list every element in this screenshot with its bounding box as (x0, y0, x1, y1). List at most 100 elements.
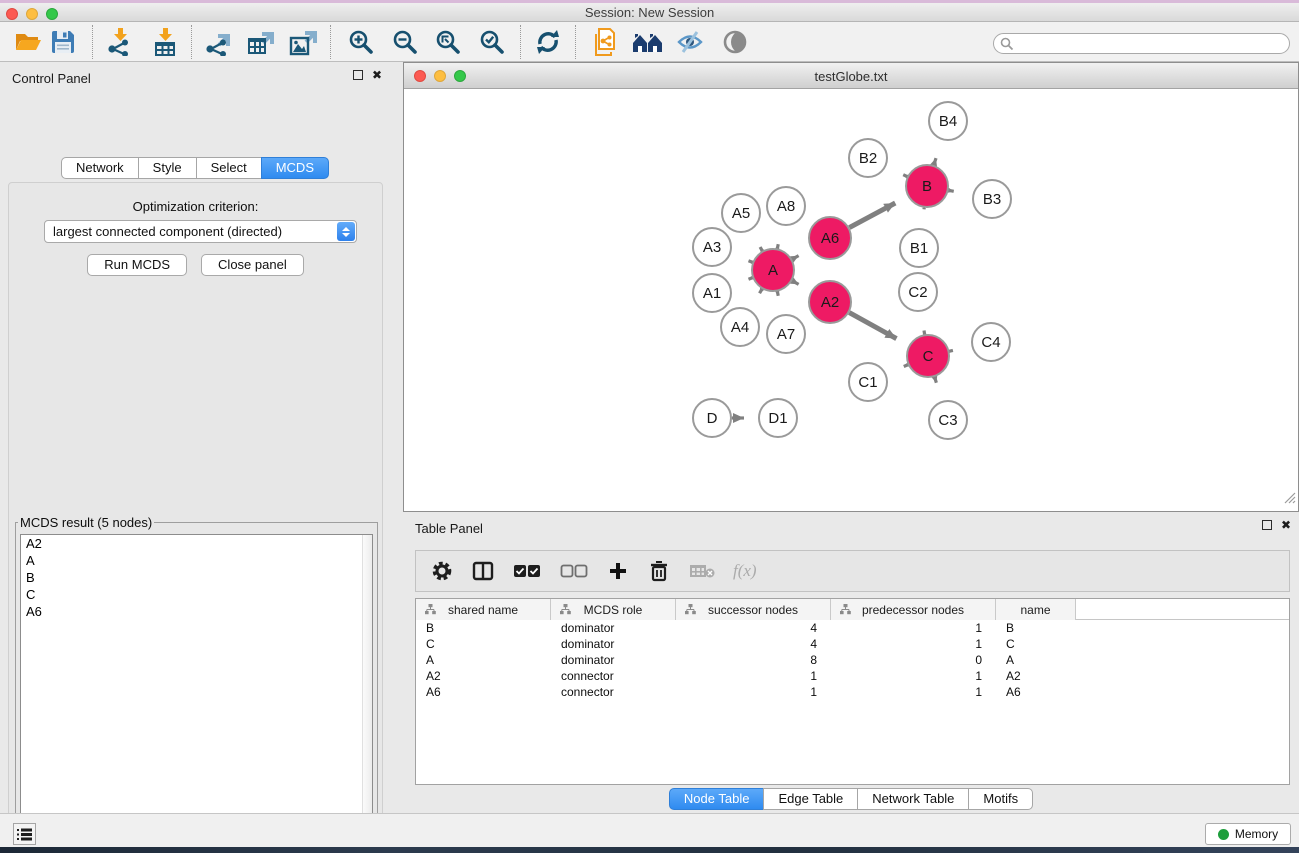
table-row[interactable]: Adominator80A (416, 652, 1289, 668)
column-header-name[interactable]: name (996, 599, 1076, 620)
table-cell[interactable]: connector (551, 685, 676, 699)
graph-node-A8[interactable]: A8 (767, 187, 805, 225)
memory-button[interactable]: Memory (1205, 823, 1291, 845)
import-network-icon[interactable] (106, 28, 134, 56)
close-table-panel-icon[interactable]: ✖ (1281, 520, 1291, 530)
column-header-successor-nodes[interactable]: successor nodes (676, 599, 831, 620)
select-all-icon[interactable] (512, 559, 542, 583)
float-panel-icon[interactable] (353, 70, 363, 80)
home-icon[interactable] (631, 28, 665, 56)
graph-edge-A2-C[interactable] (849, 313, 896, 339)
graph-node-B1[interactable]: B1 (900, 229, 938, 267)
graph-edge-A6-B[interactable] (849, 203, 895, 228)
graph-node-A1[interactable]: A1 (693, 274, 731, 312)
graph-node-D1[interactable]: D1 (759, 399, 797, 437)
tab-select[interactable]: Select (196, 157, 262, 179)
graph-node-C4[interactable]: C4 (972, 323, 1010, 361)
mcds-result-item[interactable]: A2 (21, 535, 372, 552)
mcds-result-item[interactable]: C (21, 586, 372, 603)
delete-table-icon[interactable] (688, 559, 716, 583)
table-cell[interactable]: A (416, 653, 551, 667)
graph-edge-A-A4[interactable] (760, 289, 762, 293)
graph-node-A2[interactable]: A2 (809, 281, 851, 323)
graph-edge-A-A7[interactable] (777, 292, 778, 296)
table-row[interactable]: Bdominator41B (416, 620, 1289, 636)
mcds-result-list[interactable]: A2ABCA6 (20, 534, 373, 851)
function-builder-icon[interactable]: f(x) (733, 561, 757, 581)
network-window-titlebar[interactable]: testGlobe.txt (404, 63, 1298, 89)
save-session-icon[interactable] (49, 28, 77, 56)
graph-edge-A-A8[interactable] (777, 244, 778, 248)
graph-node-A5[interactable]: A5 (722, 194, 760, 232)
graph-node-B2[interactable]: B2 (849, 139, 887, 177)
graph-edge-A-A6[interactable] (792, 256, 798, 260)
import-table-icon[interactable] (151, 28, 179, 56)
table-cell[interactable]: A2 (416, 669, 551, 683)
graph-node-A7[interactable]: A7 (767, 315, 805, 353)
table-cell[interactable]: A (996, 653, 1076, 667)
graph-node-A3[interactable]: A3 (693, 228, 731, 266)
table-cell[interactable]: 1 (676, 685, 831, 699)
graph-edge-A-A3[interactable] (748, 261, 752, 262)
graph-node-C2[interactable]: C2 (899, 273, 937, 311)
table-cell[interactable]: 1 (831, 685, 996, 699)
graph-node-A[interactable]: A (752, 249, 794, 291)
mcds-result-item[interactable]: B (21, 569, 372, 586)
graph-edge-B-B3[interactable] (949, 190, 954, 191)
tab-node-table[interactable]: Node Table (669, 788, 765, 810)
refresh-icon[interactable] (534, 28, 562, 56)
table-row[interactable]: A6connector11A6 (416, 684, 1289, 700)
graph-edge-C-C1[interactable] (904, 365, 908, 367)
task-history-button[interactable] (13, 823, 36, 845)
table-cell[interactable]: C (416, 637, 551, 651)
close-panel-button[interactable]: Close panel (201, 254, 304, 276)
add-column-icon[interactable] (606, 559, 630, 583)
search-input[interactable] (1014, 36, 1289, 52)
table-cell[interactable]: 1 (676, 669, 831, 683)
table-cell[interactable]: dominator (551, 653, 676, 667)
table-cell[interactable]: A2 (996, 669, 1076, 683)
table-row[interactable]: A2connector11A2 (416, 668, 1289, 684)
mcds-result-item[interactable]: A (21, 552, 372, 569)
table-row[interactable]: Cdominator41C (416, 636, 1289, 652)
graph-edge-A-A2[interactable] (792, 281, 798, 285)
tab-edge-table[interactable]: Edge Table (763, 788, 858, 810)
table-cell[interactable]: 1 (831, 637, 996, 651)
export-table-icon[interactable] (246, 28, 274, 56)
graph-edge-A-A1[interactable] (748, 278, 752, 279)
optimization-criterion-dropdown[interactable]: largest connected component (directed) (44, 220, 357, 243)
network-canvas[interactable]: AA1A2A3A4A5A6A7A8BB1B2B3B4CC1C2C3C4DD1 (404, 89, 1298, 511)
graph-node-C1[interactable]: C1 (849, 363, 887, 401)
zoom-fit-icon[interactable] (434, 28, 462, 56)
tab-mcds[interactable]: MCDS (261, 157, 329, 179)
graph-node-A4[interactable]: A4 (721, 308, 759, 346)
table-cell[interactable]: 4 (676, 637, 831, 651)
table-cell[interactable]: A6 (416, 685, 551, 699)
column-header-MCDS-role[interactable]: MCDS role (551, 599, 676, 620)
tab-network[interactable]: Network (61, 157, 139, 179)
table-cell[interactable]: 4 (676, 621, 831, 635)
tab-network-table[interactable]: Network Table (857, 788, 969, 810)
zoom-in-icon[interactable] (347, 28, 375, 56)
graph-edge-B-B2[interactable] (903, 175, 907, 177)
table-cell[interactable]: 8 (676, 653, 831, 667)
graph-node-B4[interactable]: B4 (929, 102, 967, 140)
float-table-panel-icon[interactable] (1262, 520, 1272, 530)
graph-node-A6[interactable]: A6 (809, 217, 851, 259)
graph-edge-C-C4[interactable] (949, 350, 952, 351)
graph-edge-B-B4[interactable] (934, 158, 936, 165)
tab-motifs[interactable]: Motifs (968, 788, 1033, 810)
table-cell[interactable]: 1 (831, 621, 996, 635)
table-cell[interactable]: 0 (831, 653, 996, 667)
export-image-icon[interactable] (289, 28, 317, 56)
result-list-scrollbar[interactable] (362, 535, 372, 850)
column-layout-icon[interactable] (471, 559, 495, 583)
graph-node-C3[interactable]: C3 (929, 401, 967, 439)
hide-glyph-icon[interactable] (676, 28, 704, 56)
graph-node-D[interactable]: D (693, 399, 731, 437)
open-file-icon[interactable] (14, 28, 42, 56)
zoom-selected-icon[interactable] (478, 28, 506, 56)
graph-node-B[interactable]: B (906, 165, 948, 207)
table-cell[interactable]: connector (551, 669, 676, 683)
column-header-shared-name[interactable]: shared name (416, 599, 551, 620)
